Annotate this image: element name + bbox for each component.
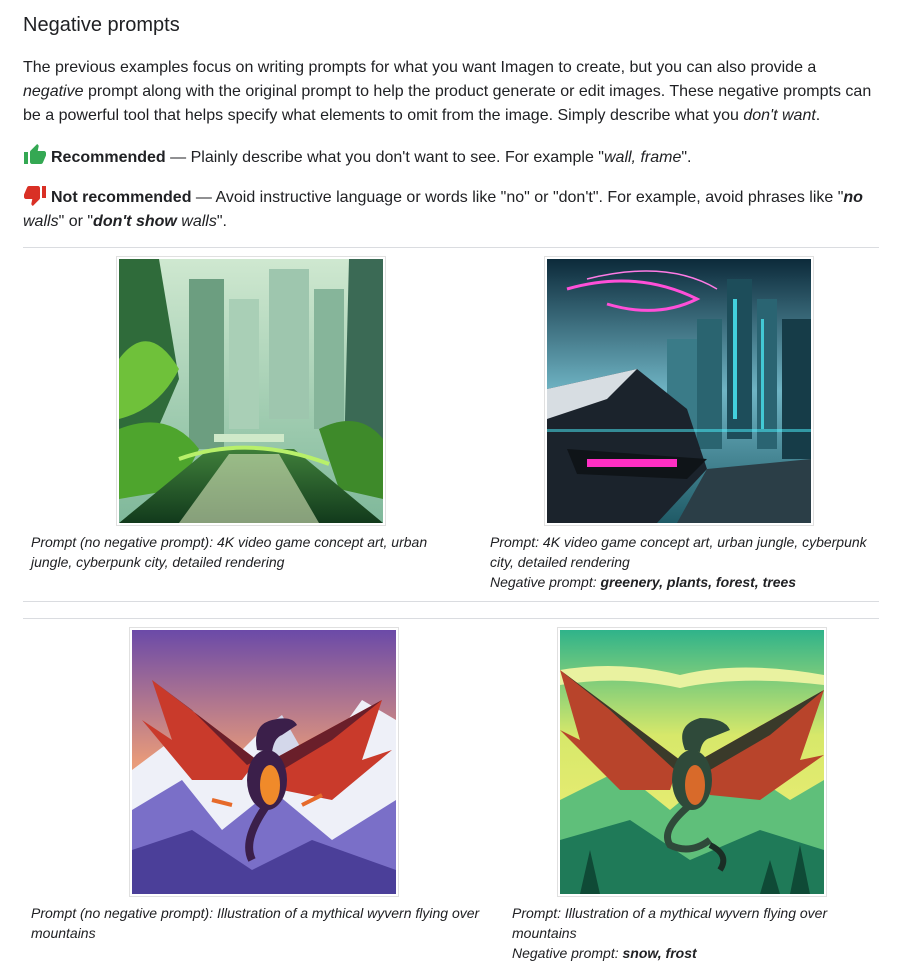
caption-2-prompt: 4K video game concept art, urban jungle,… [490,534,867,570]
cyberpunk-city-illustration [547,259,811,523]
intro-part-3: . [815,107,821,124]
not-recommended-example1-bold: no [843,189,863,206]
intro-dont-want: don't want [743,107,816,124]
section-heading: Negative prompts [23,14,180,36]
not-recommended-mid: " or " [58,213,94,230]
caption-2-prompt-label: Prompt: [490,534,543,550]
thumbs-up-icon [24,144,46,164]
not-recommended-text: — Avoid instructive language or words li… [191,189,844,206]
wyvern-green-illustration [560,630,824,894]
caption-3-prompt-label: Prompt (no negative prompt): [31,905,217,921]
divider [23,601,879,602]
not-recommended-end: ". [216,213,227,230]
caption-4: Prompt: Illustration of a mythical wyver… [512,903,852,963]
caption-4-negative-label: Negative prompt: [512,945,623,961]
not-recommended-example1-rest: walls [23,213,59,230]
wyvern-green-mountains-image [557,627,827,897]
caption-3: Prompt (no negative prompt): Illustratio… [31,903,491,943]
recommended-line: Recommended — Plainly describe what you … [23,143,879,170]
not-recommended-example2-bold: don't show [93,213,177,230]
caption-2: Prompt: 4K video game concept art, urban… [490,532,880,592]
intro-paragraph: The previous examples focus on writing p… [23,56,879,128]
caption-2-negative: greenery, plants, forest, trees [600,574,797,590]
divider [23,618,879,619]
recommended-label: Recommended [51,149,166,166]
caption-4-negative: snow, frost [622,945,697,961]
not-recommended-label: Not recommended [51,189,192,206]
wyvern-snowy-mountains-image [129,627,399,897]
intro-part-1: The previous examples focus on writing p… [23,59,817,76]
caption-4-prompt-label: Prompt: [512,905,565,921]
divider [23,247,879,248]
recommended-text: — Plainly describe what you don't want t… [165,149,604,166]
wyvern-snowy-illustration [132,630,396,894]
thumbs-down-icon [24,186,46,206]
urban-jungle-illustration [119,259,383,523]
cyberpunk-city-image [544,256,814,526]
intro-negative-word: negative [23,83,84,100]
caption-1-prompt-label: Prompt (no negative prompt): [31,534,217,550]
caption-2-negative-label: Negative prompt: [490,574,601,590]
recommended-end: ". [681,149,692,166]
not-recommended-example2-rest: walls [176,213,217,230]
caption-1: Prompt (no negative prompt): 4K video ga… [31,532,471,572]
not-recommended-line: Not recommended — Avoid instructive lang… [23,183,879,234]
urban-jungle-image [116,256,386,526]
recommended-example: wall, frame [603,149,682,166]
